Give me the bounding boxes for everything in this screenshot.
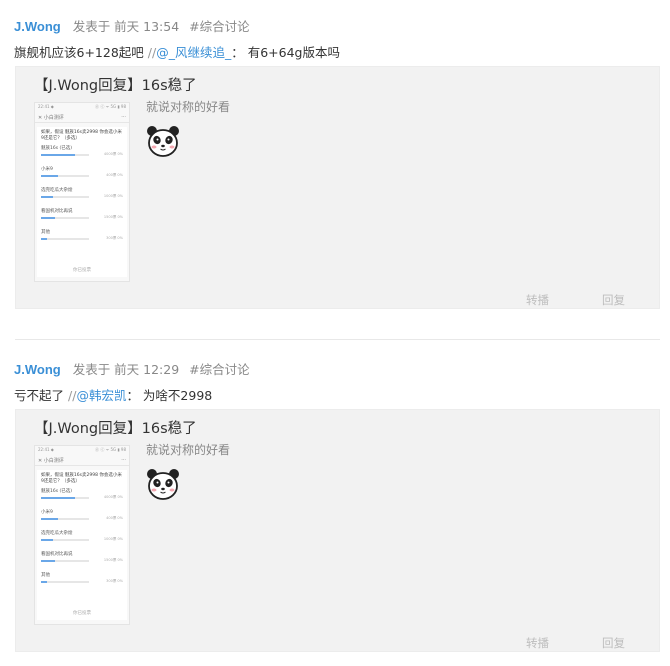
- reply-button[interactable]: 回复: [602, 635, 625, 651]
- reply-text: 旗舰机应该6+128起吧: [14, 45, 144, 60]
- thumb-nav-title: 小白测评: [43, 457, 64, 464]
- screenshot-thumbnail[interactable]: 22:41 ◆ ⓖ ⓒ ᯤ 5G ▮ 98 ✕ 小白测评 ··· 如果，假设 魅…: [34, 102, 130, 282]
- thumb-nav-title: 小白测评: [43, 114, 64, 121]
- thumb-poll-option: 魅族16s (已选) 4000票 0%: [41, 142, 123, 163]
- thumb-poll-footer: 你已投票: [73, 611, 91, 616]
- post-header: J.Wong 发表于 前天 13:54 #综合讨论: [14, 16, 250, 35]
- thumb-poll-footer: 你已投票: [73, 268, 91, 273]
- quote-title[interactable]: 【J.Wong回复】16s稳了: [34, 417, 197, 438]
- mention-link[interactable]: @_风继续追_: [156, 45, 231, 60]
- author-name[interactable]: J.Wong: [14, 19, 61, 34]
- thumb-option-stat: 1000票 0%: [103, 194, 123, 198]
- thumb-close-icon: ✕: [38, 114, 43, 121]
- separator: //: [147, 45, 157, 60]
- quote-subtitle: 就说对称的好看: [146, 100, 231, 114]
- thumb-option-stat: 300票 0%: [106, 236, 123, 240]
- thumb-option-bar: [41, 560, 56, 562]
- thumb-poll-option: 选完吃瓜大杂烩 1000票 0%: [41, 184, 123, 205]
- thumb-nav: ✕ 小白测评 ···: [35, 112, 129, 123]
- thumb-poll-option: 其他 300票 0%: [41, 569, 123, 590]
- reply-body: 旗舰机应该6+128起吧 //@_风继续追_： 有6+64g版本吗: [14, 42, 340, 61]
- thumb-poll-card: 如果，假设 魅族16s卖2998 你会选小米9还是它？（多选） 魅族16s (已…: [37, 470, 127, 620]
- thumb-poll-option: 看国机对比再说 1500票 0%: [41, 205, 123, 226]
- panda-emoji-icon: [147, 469, 179, 500]
- thumb-close-icon: ✕: [38, 457, 43, 464]
- mention-text: ： 有6+64g版本吗: [231, 45, 340, 60]
- thumb-option-bar: [41, 539, 53, 541]
- panda-emoji-icon: [147, 126, 179, 157]
- quote-subtitle: 就说对称的好看: [146, 443, 231, 457]
- quoted-post[interactable]: 【J.Wong回复】16s稳了 就说对称的好看 22:41 ◆ ⓖ ⓒ ᯤ 5G…: [15, 66, 660, 309]
- thumb-option-bar: [41, 581, 47, 583]
- thumb-more-icon: ···: [121, 457, 126, 463]
- thumb-option-label: 魅族16s (已选): [41, 146, 73, 151]
- thumb-option-bar: [41, 518, 58, 520]
- thumb-poll-option: 看国机对比再说 1500票 0%: [41, 548, 123, 569]
- thumb-option-label: 其他: [41, 573, 50, 578]
- thumb-option-stat: 400票 0%: [106, 516, 123, 520]
- reply-body: 亏不起了 //@韩宏凯： 为啥不2998: [14, 385, 212, 404]
- post-header: J.Wong 发表于 前天 12:29 #综合讨论: [14, 359, 250, 378]
- thumb-option-bar: [41, 154, 75, 156]
- thumb-status-right: ⓖ ⓒ ᯤ 5G ▮ 98: [95, 104, 126, 109]
- thumb-option-stat: 1000票 0%: [103, 537, 123, 541]
- thumb-option-stat: 4000票 0%: [103, 495, 123, 499]
- reply-text: 亏不起了: [14, 388, 65, 403]
- thumb-option-stat: 1500票 0%: [103, 215, 123, 219]
- thumb-option-label: 看国机对比再说: [41, 552, 73, 557]
- thumb-status-left: 22:41 ◆: [38, 447, 54, 452]
- thumb-option-bar: [41, 175, 58, 177]
- post-time: 发表于 前天 13:54: [72, 19, 180, 34]
- thumb-poll-question: 如果，假设 魅族16s卖2998 你会选小米9还是它？（多选）: [41, 130, 122, 141]
- thumb-poll-option: 魅族16s (已选) 4000票 0%: [41, 485, 123, 506]
- reply-button[interactable]: 回复: [602, 292, 625, 308]
- thumb-more-icon: ···: [121, 114, 126, 120]
- thumb-option-stat: 4000票 0%: [103, 152, 123, 156]
- thumb-status-bar: 22:41 ◆ ⓖ ⓒ ᯤ 5G ▮ 98: [35, 446, 129, 455]
- thumb-poll-option: 小米9 400票 0%: [41, 506, 123, 527]
- thumb-option-label: 小米9: [41, 167, 53, 172]
- thumb-option-stat: 1500票 0%: [103, 558, 123, 562]
- screenshot-thumbnail[interactable]: 22:41 ◆ ⓖ ⓒ ᯤ 5G ▮ 98 ✕ 小白测评 ··· 如果，假设 魅…: [34, 445, 130, 625]
- thumb-option-bar: [41, 217, 56, 219]
- mention-text: ： 为啥不2998: [126, 388, 213, 403]
- post-divider: [15, 339, 660, 340]
- thumb-option-label: 其他: [41, 230, 50, 235]
- quoted-post[interactable]: 【J.Wong回复】16s稳了 就说对称的好看 22:41 ◆ ⓖ ⓒ ᯤ 5G…: [15, 409, 660, 652]
- thumb-option-label: 看国机对比再说: [41, 209, 73, 214]
- thumb-option-label: 选完吃瓜大杂烩: [41, 531, 73, 536]
- post-time: 发表于 前天 12:29: [72, 362, 180, 377]
- thumb-option-stat: 300票 0%: [106, 579, 123, 583]
- thumb-status-bar: 22:41 ◆ ⓖ ⓒ ᯤ 5G ▮ 98: [35, 103, 129, 112]
- thumb-option-label: 魅族16s (已选): [41, 489, 73, 494]
- thumb-option-bar: [41, 238, 47, 240]
- share-button[interactable]: 转播: [526, 635, 549, 651]
- mention-link[interactable]: @韩宏凯: [76, 388, 126, 403]
- thumb-status-right: ⓖ ⓒ ᯤ 5G ▮ 98: [95, 447, 126, 452]
- thumb-poll-option: 其他 300票 0%: [41, 226, 123, 247]
- share-button[interactable]: 转播: [526, 292, 549, 308]
- thumb-poll-option: 小米9 400票 0%: [41, 163, 123, 184]
- thumb-option-bar: [41, 497, 75, 499]
- thumb-status-left: 22:41 ◆: [38, 104, 54, 109]
- thumb-option-label: 选完吃瓜大杂烩: [41, 188, 73, 193]
- thumb-nav: ✕ 小白测评 ···: [35, 455, 129, 466]
- thumb-option-bar: [41, 196, 53, 198]
- thumb-option-label: 小米9: [41, 510, 53, 515]
- post-tag[interactable]: #综合讨论: [189, 19, 249, 34]
- author-name[interactable]: J.Wong: [14, 362, 61, 377]
- post-tag[interactable]: #综合讨论: [189, 362, 249, 377]
- thumb-poll-option: 选完吃瓜大杂烩 1000票 0%: [41, 527, 123, 548]
- thumb-option-stat: 400票 0%: [106, 173, 123, 177]
- thumb-poll-card: 如果，假设 魅族16s卖2998 你会选小米9还是它？（多选） 魅族16s (已…: [37, 127, 127, 277]
- quote-title[interactable]: 【J.Wong回复】16s稳了: [34, 74, 197, 95]
- thumb-poll-question: 如果，假设 魅族16s卖2998 你会选小米9还是它？（多选）: [41, 473, 122, 484]
